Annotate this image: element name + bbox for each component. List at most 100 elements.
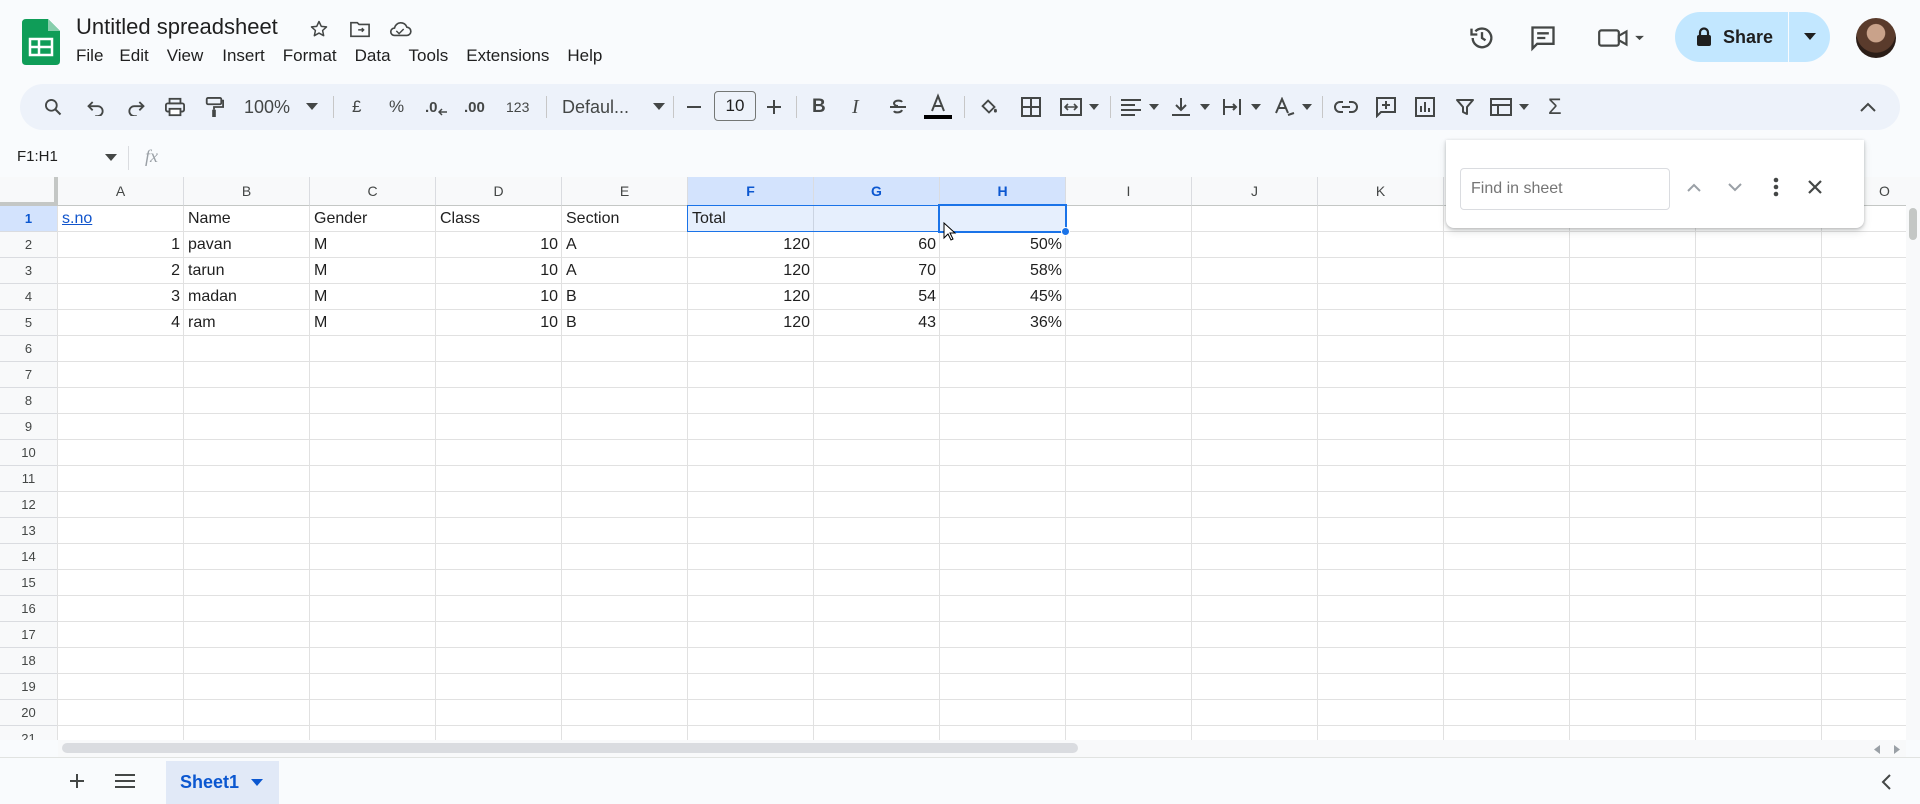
row-header-3[interactable]: 3 xyxy=(0,258,58,284)
cell-a3[interactable]: 2 xyxy=(58,258,184,284)
text-rotation-icon[interactable] xyxy=(1271,90,1315,124)
cell-h2[interactable]: 50% xyxy=(940,232,1066,258)
cell-c1[interactable]: Gender xyxy=(310,206,436,232)
row-header-9[interactable]: 9 xyxy=(0,414,58,440)
cell-f5[interactable]: 120 xyxy=(688,310,814,336)
cell-g5[interactable]: 43 xyxy=(814,310,940,336)
sheets-logo[interactable] xyxy=(22,19,60,65)
row-header-13[interactable]: 13 xyxy=(0,518,58,544)
font-size-input[interactable]: 10 xyxy=(714,91,756,121)
column-header-h[interactable]: H xyxy=(940,177,1066,206)
row-header-12[interactable]: 12 xyxy=(0,492,58,518)
meet-icon[interactable] xyxy=(1593,18,1649,58)
table-view-icon[interactable] xyxy=(1488,90,1532,124)
filter-icon[interactable] xyxy=(1452,90,1478,124)
row-header-16[interactable]: 16 xyxy=(0,596,58,622)
add-sheet-icon[interactable] xyxy=(64,768,90,794)
row-header-4[interactable]: 4 xyxy=(0,284,58,310)
cloud-saved-icon[interactable] xyxy=(387,16,413,42)
cell-f4[interactable]: 120 xyxy=(688,284,814,310)
cell-g4[interactable]: 54 xyxy=(814,284,940,310)
close-icon[interactable] xyxy=(1802,174,1828,200)
column-header-b[interactable]: B xyxy=(184,177,310,206)
insert-comment-icon[interactable] xyxy=(1373,90,1399,124)
row-header-20[interactable]: 20 xyxy=(0,700,58,726)
more-options-icon[interactable] xyxy=(1764,174,1788,200)
fill-handle[interactable] xyxy=(1061,227,1070,236)
menu-insert[interactable]: Insert xyxy=(222,46,283,66)
column-header-f[interactable]: F xyxy=(688,177,814,206)
text-wrapping-icon[interactable] xyxy=(1220,90,1264,124)
vertical-scroll-thumb[interactable] xyxy=(1909,208,1917,240)
cell-a5[interactable]: 4 xyxy=(58,310,184,336)
star-icon[interactable] xyxy=(306,16,332,42)
zoom-select[interactable]: 100% xyxy=(244,90,319,124)
cell-d1[interactable]: Class xyxy=(436,206,562,232)
text-color-icon[interactable] xyxy=(922,90,954,124)
scroll-left-icon[interactable] xyxy=(1870,742,1884,756)
chevron-down-icon[interactable] xyxy=(1723,176,1747,198)
row-header-6[interactable]: 6 xyxy=(0,336,58,362)
caret-down-icon[interactable] xyxy=(104,152,118,164)
cell-e3[interactable]: A xyxy=(562,258,688,284)
horizontal-align-icon[interactable] xyxy=(1118,90,1162,124)
menu-file[interactable]: File xyxy=(76,46,119,66)
cell-b5[interactable]: ram xyxy=(184,310,310,336)
column-header-i[interactable]: I xyxy=(1066,177,1192,206)
all-sheets-icon[interactable] xyxy=(112,768,138,794)
explore-collapse-icon[interactable] xyxy=(1876,770,1896,794)
cell-e1[interactable]: Section xyxy=(562,206,688,232)
cell-h3[interactable]: 58% xyxy=(940,258,1066,284)
row-header-15[interactable]: 15 xyxy=(0,570,58,596)
row-header-8[interactable]: 8 xyxy=(0,388,58,414)
print-icon[interactable] xyxy=(160,90,190,124)
spreadsheet-grid[interactable]: ABCDEFGHIJKLMNO1234567891011121314151617… xyxy=(0,177,1906,740)
cell-e2[interactable]: A xyxy=(562,232,688,258)
cell-b2[interactable]: pavan xyxy=(184,232,310,258)
move-folder-icon[interactable] xyxy=(347,16,373,42)
column-header-e[interactable]: E xyxy=(562,177,688,206)
select-all-corner[interactable] xyxy=(0,177,58,206)
cell-f1[interactable]: Total xyxy=(688,206,814,232)
borders-icon[interactable] xyxy=(1018,90,1044,124)
insert-chart-icon[interactable] xyxy=(1412,90,1438,124)
row-header-5[interactable]: 5 xyxy=(0,310,58,336)
menu-edit[interactable]: Edit xyxy=(119,46,166,66)
formula-input[interactable] xyxy=(180,144,1420,172)
column-header-a[interactable]: A xyxy=(58,177,184,206)
cell-h4[interactable]: 45% xyxy=(940,284,1066,310)
menu-data[interactable]: Data xyxy=(355,46,409,66)
cell-h5[interactable]: 36% xyxy=(940,310,1066,336)
find-in-sheet-input[interactable] xyxy=(1460,168,1670,210)
cell-c5[interactable]: M xyxy=(310,310,436,336)
cell-c3[interactable]: M xyxy=(310,258,436,284)
cell-g3[interactable]: 70 xyxy=(814,258,940,284)
row-header-11[interactable]: 11 xyxy=(0,466,58,492)
row-header-7[interactable]: 7 xyxy=(0,362,58,388)
cell-g1[interactable] xyxy=(814,206,940,232)
strikethrough-icon[interactable] xyxy=(887,90,909,124)
font-family-select[interactable]: Defaul... xyxy=(562,90,666,124)
menu-format[interactable]: Format xyxy=(283,46,355,66)
cell-c4[interactable]: M xyxy=(310,284,436,310)
decrease-decimal-button[interactable]: .0 xyxy=(425,90,448,124)
row-header-10[interactable]: 10 xyxy=(0,440,58,466)
name-box[interactable]: F1:H1 xyxy=(17,148,58,165)
row-header-21[interactable]: 21 xyxy=(0,726,58,740)
row-header-19[interactable]: 19 xyxy=(0,674,58,700)
merge-cells-icon[interactable] xyxy=(1058,90,1102,124)
share-button[interactable]: Share xyxy=(1675,12,1788,62)
row-header-17[interactable]: 17 xyxy=(0,622,58,648)
cell-g2[interactable]: 60 xyxy=(814,232,940,258)
share-dropdown-button[interactable] xyxy=(1789,12,1830,62)
search-menus-icon[interactable] xyxy=(38,90,68,124)
menu-extensions[interactable]: Extensions xyxy=(466,46,567,66)
increase-decimal-button[interactable]: .00 xyxy=(464,90,485,124)
cell-c2[interactable]: M xyxy=(310,232,436,258)
cell-a2[interactable]: 1 xyxy=(58,232,184,258)
row-header-1[interactable]: 1 xyxy=(0,206,58,232)
functions-icon[interactable]: Σ xyxy=(1548,90,1562,124)
redo-icon[interactable] xyxy=(121,90,151,124)
format-currency-button[interactable]: £ xyxy=(352,90,361,124)
column-header-j[interactable]: J xyxy=(1192,177,1318,206)
